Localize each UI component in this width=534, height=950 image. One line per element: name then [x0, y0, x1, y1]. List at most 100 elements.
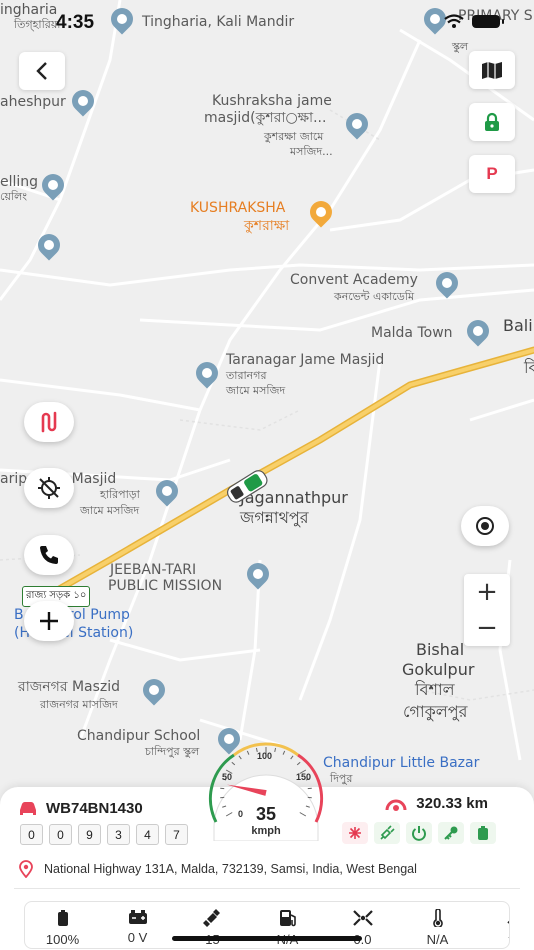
lock-icon [485, 112, 499, 131]
map-label: তারানগর [226, 369, 267, 382]
map-label: বি [524, 358, 534, 377]
address-text: National Highway 131A, Malda, 732139, Sa… [44, 862, 417, 876]
vehicle-row: WB74BN1430 [18, 800, 143, 817]
map-label: masjid(কুশরা○ক্ষা... [204, 110, 327, 126]
map-label: রাজনগর মাসজিদ [40, 698, 118, 711]
map-label: জামে মসজিদ [226, 384, 286, 397]
map-label: Gokulpur [402, 660, 475, 679]
vehicle-number: WB74BN1430 [46, 800, 143, 817]
map-label: কনভেন্ট একাডেমি [334, 290, 415, 303]
map-label: Taranagar Jame Masjid [226, 352, 385, 368]
lock-button[interactable] [469, 103, 515, 141]
gps-icon [380, 825, 395, 840]
speedometer-tick [296, 761, 301, 766]
map-label: Malda Town [371, 325, 453, 341]
more-icon [506, 920, 509, 924]
map-label: কুশরক্ষা জামে [264, 130, 324, 143]
speedometer-tick [231, 761, 236, 766]
thermometer-icon [432, 909, 443, 927]
speedometer-tick [246, 750, 250, 755]
metric-battery: 100% [25, 902, 100, 948]
distance-value: 320.33 km [416, 795, 488, 812]
chevron-left-icon [36, 62, 47, 80]
key-icon [444, 826, 458, 840]
map-label: জামে মসজিদ [80, 504, 140, 517]
map-label: Bishal [416, 640, 465, 659]
add-button[interactable] [24, 601, 74, 641]
battery-icon [57, 910, 68, 926]
tick-label: 100 [257, 751, 273, 761]
map-type-button[interactable] [469, 51, 515, 89]
metric-fuel: N/A [250, 902, 325, 948]
speedometer: 0 50 100 150 35 kmph [204, 737, 328, 841]
metric-value: tr [509, 932, 510, 947]
odometer-digit: 0 [20, 824, 43, 845]
zoom-out-button[interactable]: − [464, 610, 510, 646]
battery-icon [478, 826, 488, 840]
map-label: য়েলিং [0, 190, 28, 203]
metric-gsm: 0.0 [325, 902, 400, 948]
metric-temperature: N/A [400, 902, 475, 948]
tick-label: 150 [296, 772, 312, 782]
odometer-digit: 4 [136, 824, 159, 845]
gps-status [374, 822, 400, 844]
metric-satellites: 15 [175, 902, 250, 948]
map-label: রাজনগর Maszid [18, 679, 121, 695]
call-button[interactable] [24, 535, 74, 575]
map-label: Tingharia, Kali Mandir [142, 14, 295, 30]
recenter-button[interactable] [461, 506, 509, 546]
zoom-control: + − [464, 574, 510, 646]
metrics-strip[interactable]: 100% 0 V 15 N/A 0.0 N/A tr [24, 901, 510, 949]
phone-icon [40, 546, 58, 564]
location-pin-icon [19, 860, 33, 878]
map-label: হারিপাড়া [100, 488, 140, 501]
map-label: কুশরাক্ষা [244, 218, 290, 234]
ignition-status [438, 822, 464, 844]
battery-status [470, 822, 496, 844]
back-button[interactable] [19, 52, 65, 90]
speedometer-tick [274, 747, 277, 753]
car-battery-icon [128, 910, 147, 924]
map-label: তিগ্হারিয়া [14, 18, 61, 31]
status-indicators [342, 822, 496, 844]
car-icon [20, 801, 36, 815]
map-label: aheshpur [0, 94, 66, 110]
metric-value: 0 V [127, 930, 148, 945]
odometer-digit: 9 [78, 824, 101, 845]
metric-value: N/A [426, 932, 449, 947]
plus-icon [40, 612, 58, 630]
odometer-digit: 3 [107, 824, 130, 845]
odometer: 0 0 9 3 4 7 [20, 824, 188, 845]
hide-location-button[interactable] [24, 468, 74, 508]
target-icon [476, 517, 494, 535]
map-label: Chandipur School [77, 728, 201, 744]
odometer-digit: 0 [49, 824, 72, 845]
gsm-icon [352, 910, 373, 926]
metric-voltage: 0 V [100, 902, 175, 948]
map-label: Convent Academy [290, 272, 418, 288]
status-time: 4:35 [56, 12, 95, 33]
map-label: বিশাল [415, 680, 455, 699]
speedometer-tick [282, 750, 286, 755]
wifi-icon [444, 14, 464, 28]
vehicle-marker-icon[interactable] [222, 468, 272, 504]
parking-label: P [486, 164, 498, 183]
route-history-button[interactable] [24, 402, 74, 442]
location-off-icon [38, 477, 60, 499]
status-icons [444, 14, 504, 29]
map-label: Chandipur Little Bazar [323, 755, 480, 771]
odometer-gauge-icon [385, 799, 407, 811]
address-row: National Highway 131A, Malda, 732139, Sa… [18, 860, 417, 878]
map-label: মসজিদ... [290, 145, 333, 158]
map-label: elling [0, 174, 39, 190]
speedometer-tick [238, 755, 242, 760]
tick-label: 50 [222, 772, 233, 782]
distance-row: 320.33 km [384, 795, 488, 812]
map-label: PUBLIC MISSION [108, 578, 223, 594]
parking-button[interactable]: P [469, 155, 515, 193]
zoom-in-button[interactable]: + [464, 574, 510, 610]
map-label: Kushraksha jame [212, 93, 332, 109]
metric-value: 100% [45, 932, 80, 947]
satellite-icon [202, 909, 220, 927]
map-icon [482, 62, 502, 79]
